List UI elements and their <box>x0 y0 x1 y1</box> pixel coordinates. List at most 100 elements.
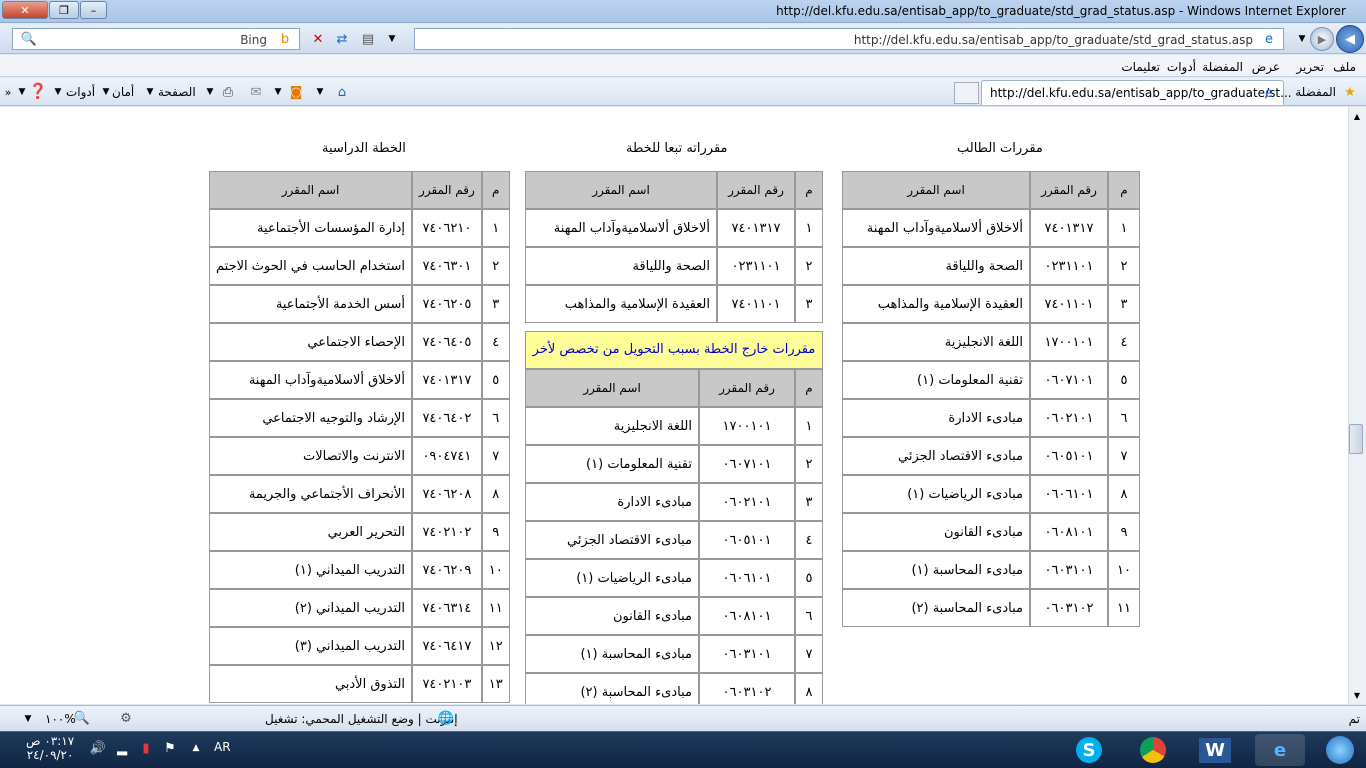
menu-help[interactable]: تعليمات <box>1121 60 1160 74</box>
back-button[interactable]: ◀ <box>1336 25 1364 53</box>
table-row: ٢ ٧٤٠٦٣٠١ استخدام الحاسب في الحوث الاجتم <box>209 247 510 285</box>
taskbar-ie-button[interactable]: e <box>1255 734 1305 766</box>
help-icon[interactable]: ❓ <box>29 82 48 100</box>
course-name: الصحة واللياقة <box>842 247 1030 285</box>
tab-current-page[interactable]: http://del.kfu.edu.sa/entisab_app/to_gra… <box>981 80 1292 105</box>
refresh-icon[interactable]: ⇄ <box>334 31 350 47</box>
safety-dropdown-icon[interactable]: ▼ <box>98 84 114 100</box>
section-title-equivalent-courses: مقرراته تبعا للخطة <box>626 141 728 156</box>
print-icon[interactable]: ⎙ <box>220 84 236 100</box>
system-clock[interactable]: ٠٣:١٧ ص ٢٤/٠٩/٢٠ <box>26 734 74 762</box>
print-dropdown-icon[interactable]: ▼ <box>202 84 218 100</box>
course-code: ٠٦٠٣١٠١ <box>1030 551 1108 589</box>
row-number: ٨ <box>795 673 823 704</box>
home-icon[interactable]: ⌂ <box>334 84 350 100</box>
vertical-scrollbar[interactable] <box>1348 107 1366 704</box>
zoom-dropdown-icon[interactable]: ▼ <box>20 711 36 727</box>
course-name: مبادىء الاقتصاد الجزئي <box>842 437 1030 475</box>
show-hidden-icons-icon[interactable]: ▲ <box>188 740 204 756</box>
close-button[interactable]: ✕ <box>2 1 48 19</box>
table-row: ١٠ ٧٤٠٦٢٠٩ التدريب الميداني (١) <box>209 551 510 589</box>
favorites-label[interactable]: المفضلة <box>1295 85 1336 99</box>
row-number: ٦ <box>481 399 510 437</box>
tools-menu[interactable]: أدوات <box>66 85 95 99</box>
menu-file[interactable]: ملف <box>1333 60 1356 74</box>
address-field[interactable]: http://del.kfu.edu.sa/entisab_app/to_gra… <box>414 28 1284 50</box>
col-header-num: م <box>1108 171 1140 209</box>
row-number: ٦ <box>1108 399 1140 437</box>
col-header-num: م <box>795 369 823 407</box>
table-row: ٢ ٠٢٣١١٠١ الصحة واللياقة <box>525 247 823 285</box>
feeds-icon[interactable]: ◙ <box>288 84 304 100</box>
taskbar-skype-button[interactable]: S <box>1064 734 1114 766</box>
mail-icon[interactable]: ✉ <box>248 84 264 100</box>
menu-favorites[interactable]: المفضلة <box>1202 60 1243 74</box>
window-title: http://del.kfu.edu.sa/entisab_app/to_gra… <box>776 4 1346 18</box>
tools-dropdown-icon[interactable]: ▼ <box>50 84 66 100</box>
forward-button[interactable]: ▶ <box>1310 27 1334 51</box>
taskbar-chrome-button[interactable] <box>1128 734 1178 766</box>
start-button[interactable] <box>1316 731 1364 768</box>
course-name: الأنحراف الأجتماعي والجريمة <box>209 475 413 513</box>
new-tab-button[interactable] <box>954 82 979 104</box>
home-dropdown-icon[interactable]: ▼ <box>312 84 328 100</box>
stop-icon[interactable]: ✕ <box>310 31 326 47</box>
menu-tools[interactable]: أدوات <box>1167 60 1196 74</box>
ie-tab-icon: e <box>1265 85 1273 101</box>
more-commands-icon[interactable]: » <box>0 84 16 100</box>
protected-mode-icon[interactable]: ⚙ <box>118 710 134 726</box>
row-number: ٥ <box>1108 361 1140 399</box>
search-icon[interactable]: 🔍 <box>21 31 37 47</box>
menu-view[interactable]: عرض <box>1252 60 1280 74</box>
row-number: ١٠ <box>481 551 510 589</box>
row-number: ٥ <box>795 559 823 597</box>
course-code: ٠٦٠٣١٠٢ <box>1030 589 1108 627</box>
status-zone: إنترنت | وضع التشغيل المحمي: تشغيل <box>265 712 458 726</box>
row-number: ١ <box>481 209 510 247</box>
table-row: ١٣ ٧٤٠٢١٠٣ التذوق الأدبي <box>209 665 510 703</box>
course-name: ألاخلاق ألاسلاميةوآداب المهنة <box>209 361 413 399</box>
course-code: ٠٦٠٢١٠١ <box>699 483 795 521</box>
network-signal-icon[interactable]: ▂ <box>114 740 130 756</box>
page-menu[interactable]: الصفحة <box>158 85 196 99</box>
table-row: ١ ٧٤٠٦٢١٠ إدارة المؤسسات الأجتماعية <box>209 209 510 247</box>
status-done: تم <box>1348 712 1360 726</box>
language-indicator[interactable]: AR <box>214 740 231 754</box>
restore-button[interactable]: ❐ <box>49 1 79 19</box>
action-center-flag-icon[interactable]: ⚑ <box>162 740 178 756</box>
outside-plan-notice: مقررات خارج الخطة بسبب التحويل من تخصص ل… <box>525 331 823 369</box>
course-code: ٧٤٠١٣١٧ <box>1030 209 1108 247</box>
minimize-button[interactable]: – <box>80 1 107 19</box>
table-row: ٦ ٠٦٠٢١٠١ مبادىء الادارة <box>842 399 1140 437</box>
table-row: ٥ ٧٤٠١٣١٧ ألاخلاق ألاسلاميةوآداب المهنة <box>209 361 510 399</box>
feeds-dropdown-icon[interactable]: ▼ <box>270 84 286 100</box>
scrollbar-thumb[interactable] <box>1349 424 1363 454</box>
course-code: ٧٤٠١٣١٧ <box>412 361 482 399</box>
favorites-star-icon[interactable]: ★ <box>1342 84 1358 100</box>
course-name: التدريب الميداني (٣) <box>209 627 413 665</box>
help-dropdown-icon[interactable]: ▼ <box>14 84 30 100</box>
col-header-name: اسم المقرر <box>525 171 717 209</box>
search-input[interactable]: 🔍 Bing b <box>12 28 300 50</box>
zoom-level[interactable]: ١٠٠% <box>45 712 76 726</box>
volume-icon[interactable]: 🔊 <box>90 740 106 756</box>
row-number: ١ <box>795 209 823 247</box>
course-code: ٧٤٠٦٢١٠ <box>412 209 482 247</box>
course-name: التدريب الميداني (٢) <box>209 589 413 627</box>
scroll-up-icon[interactable]: ▲ <box>1349 108 1365 124</box>
table-row: ٨ ٠٦٠٦١٠١ مبادىء الرياضيات (١) <box>842 475 1140 513</box>
safety-menu[interactable]: أمان <box>112 85 134 99</box>
history-dropdown-icon[interactable]: ▼ <box>1294 31 1310 47</box>
page-dropdown-icon[interactable]: ▼ <box>142 84 158 100</box>
course-name: التحرير العربي <box>209 513 413 551</box>
zoom-icon[interactable]: 🔍 <box>74 710 90 726</box>
section-title-student-courses: مقررات الطالب <box>957 141 1043 156</box>
power-icon[interactable]: ▮ <box>138 740 154 756</box>
compatibility-icon[interactable]: ▤ <box>360 31 376 47</box>
address-dropdown-icon[interactable]: ▼ <box>384 31 400 47</box>
course-name: الإرشاد والتوجيه الاجتماعي <box>209 399 413 437</box>
scroll-down-icon[interactable]: ▼ <box>1349 687 1365 703</box>
taskbar-word-button[interactable]: W <box>1190 734 1240 766</box>
course-code: ٠٩٠٤٧٤١ <box>412 437 482 475</box>
menu-edit[interactable]: تحرير <box>1296 60 1324 74</box>
